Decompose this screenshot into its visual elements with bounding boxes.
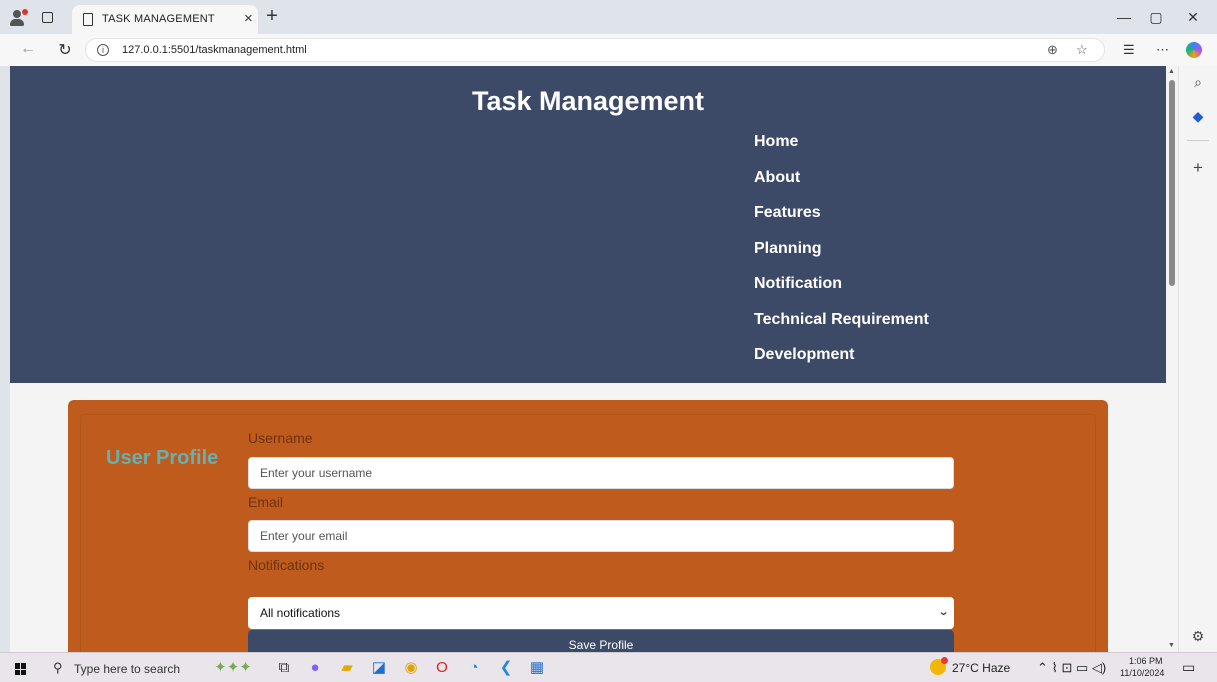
page-viewport: Task Management Home About Features Plan… bbox=[10, 66, 1166, 652]
taskbar-search-icon: ⚲ bbox=[53, 660, 63, 675]
search-icon[interactable]: ⌕ bbox=[1190, 74, 1206, 91]
nav-link-planning[interactable]: Planning bbox=[754, 239, 822, 258]
tab-title: TASK MANAGEMENT bbox=[102, 13, 215, 25]
add-icon[interactable]: + bbox=[1190, 158, 1206, 178]
user-profile-heading: User Profile bbox=[106, 447, 219, 469]
notifications-selected-value: All notifications bbox=[260, 606, 341, 620]
notifications-select[interactable]: All notifications ⌄ bbox=[248, 597, 954, 629]
site-nav: Home About Features Planning Notificatio… bbox=[754, 132, 929, 381]
tab-actions-icon[interactable] bbox=[38, 9, 56, 27]
weather-icon[interactable] bbox=[930, 657, 948, 675]
site-title: Task Management bbox=[471, 86, 705, 116]
edge-sidebar: ⌕ ◆ + ⚙ bbox=[1178, 66, 1217, 652]
system-tray-icons[interactable]: ⌃ ⌇ ⊡ ▭ ◁) bbox=[1037, 660, 1106, 676]
weather-text[interactable]: 27°C Haze bbox=[952, 661, 1010, 675]
minimize-icon[interactable]: — bbox=[1114, 9, 1134, 25]
email-input[interactable] bbox=[248, 520, 954, 552]
copilot-taskbar-icon[interactable]: ● bbox=[306, 659, 324, 677]
vscode-icon[interactable]: ❮ bbox=[497, 659, 515, 677]
edge-icon[interactable]: ◔ bbox=[465, 659, 483, 677]
nav-link-development[interactable]: Development bbox=[754, 345, 854, 364]
restore-icon[interactable]: ▢ bbox=[1146, 9, 1166, 26]
chevron-down-icon: ⌄ bbox=[937, 606, 950, 618]
notifications-label: Notifications bbox=[248, 557, 325, 573]
clock-date[interactable]: 11/10/2024 bbox=[1120, 668, 1164, 678]
opera-icon[interactable]: O bbox=[433, 659, 451, 677]
back-icon[interactable]: ← bbox=[18, 40, 38, 58]
close-window-icon[interactable]: ✕ bbox=[1183, 9, 1203, 26]
save-profile-button[interactable]: Save Profile bbox=[248, 630, 954, 652]
scroll-down-icon[interactable]: ▼ bbox=[1168, 642, 1175, 649]
url-box[interactable]: i 127.0.0.1:5501/taskmanagement.html ⊕ ☆ bbox=[85, 38, 1105, 62]
scroll-up-icon[interactable]: ▲ bbox=[1168, 68, 1175, 75]
zoom-icon[interactable]: ⊕ bbox=[1047, 42, 1058, 58]
page-scrollbar[interactable]: ▲ ▼ bbox=[1166, 66, 1178, 652]
notification-center-icon[interactable]: ▭ bbox=[1182, 659, 1195, 676]
email-label: Email bbox=[248, 494, 284, 510]
app-icon[interactable]: ▦ bbox=[528, 659, 546, 677]
chrome-icon[interactable]: ◉ bbox=[402, 659, 420, 677]
widgets-icon[interactable]: ✦✦✦ bbox=[213, 659, 253, 677]
address-bar-row: ← ↻ i 127.0.0.1:5501/taskmanagement.html… bbox=[0, 34, 1217, 66]
new-tab-icon[interactable]: + bbox=[260, 5, 284, 28]
browser-title-bar: TASK MANAGEMENT × + — ▢ ✕ bbox=[0, 0, 1217, 34]
favorites-icon[interactable]: ☰ bbox=[1123, 42, 1135, 58]
url-text[interactable]: 127.0.0.1:5501/taskmanagement.html bbox=[122, 44, 307, 56]
more-icon[interactable]: ⋯ bbox=[1156, 42, 1169, 58]
username-label: Username bbox=[248, 430, 313, 446]
user-profile-form: User Profile Username Email Notification… bbox=[80, 414, 1096, 652]
info-icon[interactable]: i bbox=[97, 44, 109, 56]
shopping-icon[interactable]: ◆ bbox=[1190, 108, 1206, 125]
username-input[interactable] bbox=[248, 457, 954, 489]
nav-link-technical-requirement[interactable]: Technical Requirement bbox=[754, 310, 929, 329]
refresh-icon[interactable]: ↻ bbox=[55, 40, 75, 60]
copilot-icon[interactable] bbox=[1186, 42, 1202, 58]
profile-icon[interactable] bbox=[9, 9, 28, 27]
scrollbar-thumb[interactable] bbox=[1169, 80, 1175, 286]
sidebar-separator bbox=[1187, 140, 1209, 141]
gear-icon[interactable]: ⚙ bbox=[1190, 628, 1206, 645]
site-header: Task Management Home About Features Plan… bbox=[10, 66, 1166, 383]
user-profile-card: User Profile Username Email Notification… bbox=[68, 400, 1108, 652]
nav-link-features[interactable]: Features bbox=[754, 203, 821, 222]
windows-start-icon[interactable] bbox=[15, 663, 27, 675]
page-icon bbox=[83, 13, 93, 26]
favorite-star-icon[interactable]: ☆ bbox=[1076, 42, 1088, 58]
taskbar-search[interactable]: ⚲ Type here to search bbox=[46, 655, 198, 681]
close-tab-icon[interactable]: × bbox=[244, 10, 253, 27]
file-explorer-icon[interactable]: ▰ bbox=[338, 659, 356, 677]
task-view-icon[interactable]: ⧉ bbox=[275, 659, 293, 677]
outlook-icon[interactable]: ◪ bbox=[370, 659, 388, 677]
clock-time[interactable]: 1:06 PM bbox=[1129, 656, 1163, 666]
taskbar-search-text: Type here to search bbox=[74, 662, 181, 676]
windows-taskbar: ⚲ Type here to search ✦✦✦ ⧉ ● ▰ ◪ ◉ O ◔ … bbox=[0, 652, 1217, 682]
browser-tab-active[interactable]: TASK MANAGEMENT × bbox=[72, 5, 258, 34]
nav-link-about[interactable]: About bbox=[754, 168, 800, 187]
nav-link-home[interactable]: Home bbox=[754, 132, 798, 151]
nav-link-notification[interactable]: Notification bbox=[754, 274, 842, 293]
